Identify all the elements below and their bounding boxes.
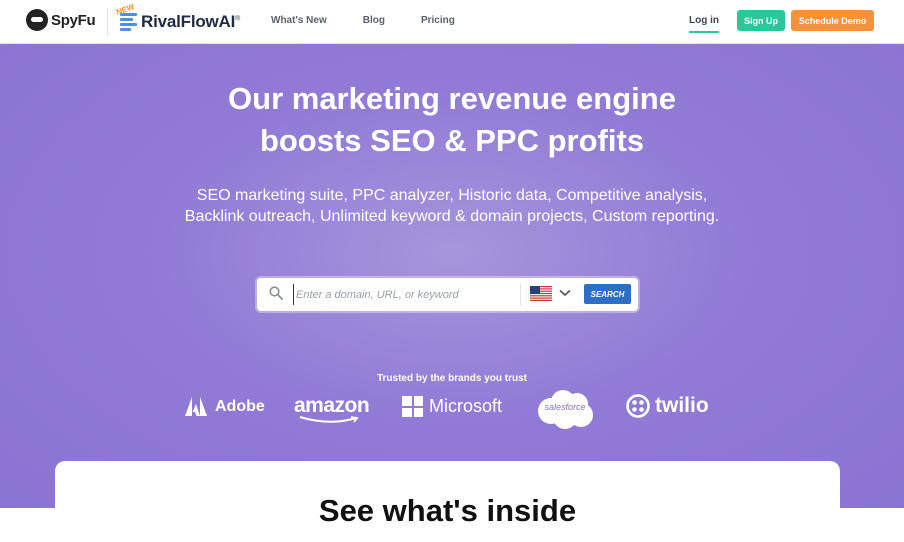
twilio-logo: twilio xyxy=(626,394,709,418)
hero-title-line2: boosts SEO & PPC profits xyxy=(259,123,645,158)
twilio-logo-text: twilio xyxy=(655,394,709,417)
microsoft-logo: Microsoft xyxy=(402,396,502,417)
amazon-smile-icon xyxy=(299,416,359,423)
hero-subtitle: SEO marketing suite, PPC analyzer, Histo… xyxy=(184,187,720,225)
twilio-icon xyxy=(626,394,650,418)
nav-blog[interactable]: Blog xyxy=(363,15,385,26)
us-flag-icon[interactable] xyxy=(530,286,552,301)
login-link[interactable]: Log in xyxy=(689,15,719,33)
inside-card-title: See what's inside xyxy=(318,493,577,528)
search-divider xyxy=(520,283,521,306)
schedule-demo-button[interactable]: Schedule Demo xyxy=(791,10,874,31)
rivalflow-logo[interactable]: NEW RivalFlowAI® xyxy=(115,2,241,32)
adobe-logo-text: Adobe xyxy=(215,397,265,415)
hero-section: Our marketing revenue engine boosts SEO … xyxy=(0,44,904,508)
microsoft-icon xyxy=(402,396,423,417)
salesforce-cloud-icon: salesforce xyxy=(535,388,595,430)
rivalflow-logo-text: RivalFlowAI® xyxy=(141,12,241,31)
header-divider xyxy=(107,8,108,36)
search-input[interactable] xyxy=(293,284,517,305)
hero-title-line1: Our marketing revenue engine xyxy=(228,81,676,116)
inside-card: See what's inside xyxy=(55,461,840,542)
salesforce-logo: salesforce xyxy=(535,388,595,430)
nav-whats-new[interactable]: What's New xyxy=(271,15,327,26)
adobe-logo: Adobe xyxy=(185,397,265,416)
search-button[interactable]: SEARCH xyxy=(584,284,631,304)
hero-title: Our marketing revenue engine boosts SEO … xyxy=(0,78,904,162)
amazon-logo-text: amazon xyxy=(294,394,370,417)
ninja-icon xyxy=(26,9,48,31)
trusted-label: Trusted by the brands you trust xyxy=(376,373,528,384)
chevron-down-icon[interactable] xyxy=(559,289,571,297)
adobe-icon xyxy=(185,397,207,416)
spyfu-logo-text: SpyFu xyxy=(51,11,96,29)
main-nav: What's New Blog Pricing xyxy=(271,15,491,26)
search-bar: SEARCH xyxy=(257,278,638,311)
spyfu-logo[interactable]: SpyFu xyxy=(26,9,96,31)
search-icon xyxy=(269,286,283,300)
microsoft-logo-text: Microsoft xyxy=(429,396,503,416)
rivalflow-bars-icon xyxy=(120,13,137,31)
brand-logos: Adobe amazon Microsoft salesforce twilio xyxy=(0,388,904,430)
nav-pricing[interactable]: Pricing xyxy=(421,15,455,26)
amazon-logo: amazon xyxy=(294,394,370,423)
salesforce-logo-text: salesforce xyxy=(544,402,586,412)
signup-button[interactable]: Sign Up xyxy=(737,10,785,31)
site-header: SpyFu NEW RivalFlowAI® What's New Blog P… xyxy=(0,0,904,44)
